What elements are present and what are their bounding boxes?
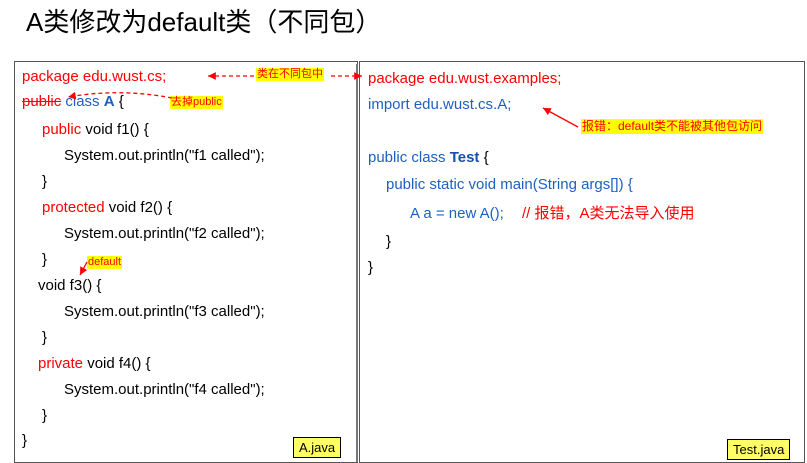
a-package-line: package edu.wust.cs;: [22, 68, 167, 85]
f2-close: }: [42, 251, 48, 268]
f2-body: System.out.println("f2 called");: [64, 225, 265, 242]
f4-declaration: private void f4() {: [38, 355, 151, 373]
note-remove-public: 去掉public: [170, 96, 223, 109]
f1-close: }: [42, 173, 48, 190]
f4-body: System.out.println("f4 called");: [64, 381, 265, 398]
slide-title: A类修改为default类（不同包）: [26, 7, 382, 37]
f3-close: }: [42, 329, 48, 346]
struck-public-keyword: public: [22, 93, 62, 110]
main-close: }: [386, 233, 392, 250]
note-default: default: [87, 256, 123, 269]
file-label-test-java: Test.java: [727, 439, 791, 460]
test-class-name: Test: [449, 149, 480, 166]
test-class-declaration: public class Test {: [368, 149, 489, 167]
open-brace: {: [114, 93, 124, 110]
f2-signature: void f2() {: [104, 199, 173, 216]
error-comment: // 报错，A类无法导入使用: [521, 205, 695, 222]
f1-signature: void f1() {: [81, 121, 149, 138]
f2-declaration: protected void f2() {: [42, 199, 172, 217]
file-label-a-java: A.java: [293, 437, 342, 458]
test-import-line: import edu.wust.cs.A;: [368, 96, 512, 113]
a-class-declaration: public class A {: [22, 93, 124, 111]
new-a-statement: A a = new A();: [410, 205, 504, 222]
error-statement-line: A a = new A(); // 报错，A类无法导入使用: [410, 205, 695, 223]
test-class-keyword: public class: [368, 149, 450, 166]
panel-divider: [356, 64, 358, 462]
f4-modifier: private: [38, 355, 84, 372]
class-name: A: [103, 93, 115, 110]
f2-modifier: protected: [42, 199, 105, 216]
test-class-close: }: [368, 259, 374, 276]
f4-signature: void f4() {: [83, 355, 151, 372]
test-open-brace: {: [479, 149, 489, 166]
note-error-message: 报错：default类不能被其他包访问: [581, 119, 764, 134]
f4-close: }: [42, 407, 48, 424]
f3-declaration: void f3() {: [38, 277, 102, 294]
f1-declaration: public void f1() {: [42, 121, 149, 139]
class-keyword: class: [61, 93, 104, 110]
note-different-package: 类在不同包中: [256, 68, 324, 81]
f3-body: System.out.println("f3 called");: [64, 303, 265, 320]
class-a-close: }: [22, 432, 28, 449]
test-package-line: package edu.wust.examples;: [368, 70, 562, 87]
f1-modifier: public: [42, 121, 82, 138]
f1-body: System.out.println("f1 called");: [64, 147, 265, 164]
main-declaration: public static void main(String args[]) {: [386, 176, 633, 193]
